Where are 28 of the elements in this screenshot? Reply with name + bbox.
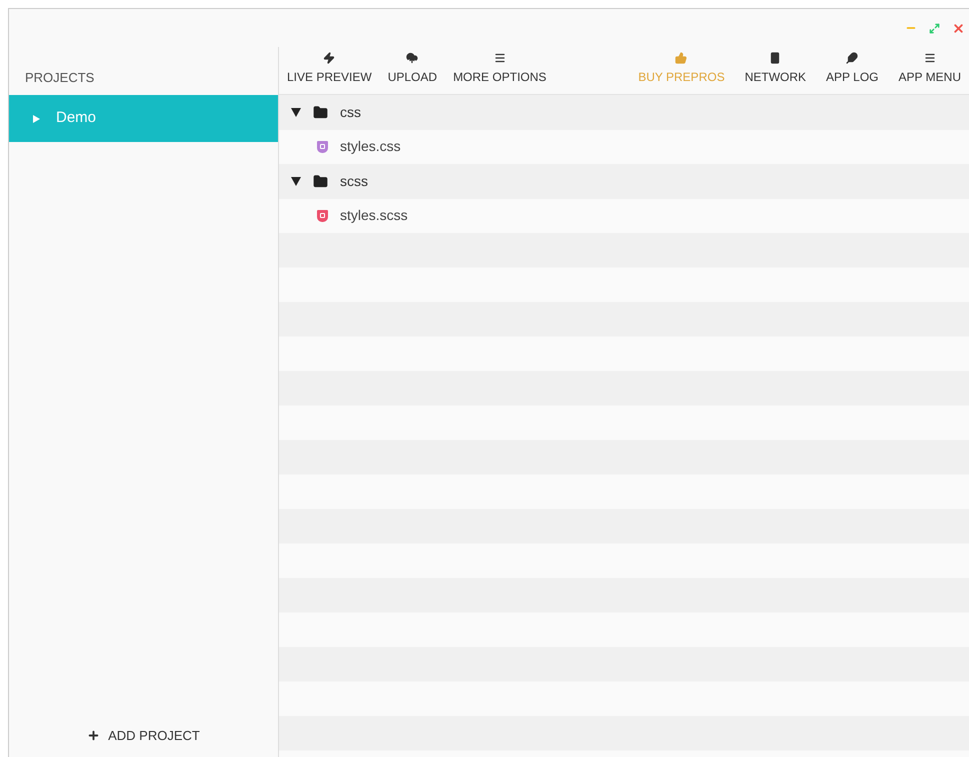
expanded-triangle-icon[interactable] [291,108,301,117]
folder-icon [313,104,328,120]
folder-name: css [340,102,361,122]
toolbar-button[interactable]: LIVE PREVIEW [279,52,380,86]
toolbar-button[interactable]: APP LOG [818,52,887,86]
toolbar-button[interactable]: NETWORK [736,52,814,86]
toolbar-button[interactable]: MORE OPTIONS [445,52,554,86]
toolbar-button[interactable]: APP MENU [890,52,969,86]
menu-icon [924,52,936,64]
toolbar-button[interactable]: UPLOAD [380,52,446,86]
maximize-icon[interactable] [929,22,940,34]
expanded-triangle-icon[interactable] [291,176,301,186]
add-project-button[interactable]: ADD PROJECT [87,726,200,745]
file-name: styles.scss [340,206,408,226]
plus-icon [87,728,100,742]
cloud-upload-icon [406,52,418,64]
folder-row[interactable]: css [279,95,969,130]
folder-name: scss [340,172,368,191]
file-name: styles.css [340,137,401,156]
folder-icon [313,174,328,189]
folder-row[interactable]: scss [279,164,969,198]
sidebar-heading: PROJECTS [24,68,96,86]
close-icon[interactable] [952,22,965,34]
menu-icon [494,52,506,64]
smartphone-icon [769,52,782,64]
feather-icon [846,52,858,64]
lightning-icon [323,52,336,64]
thumbs-up-icon [675,52,688,64]
